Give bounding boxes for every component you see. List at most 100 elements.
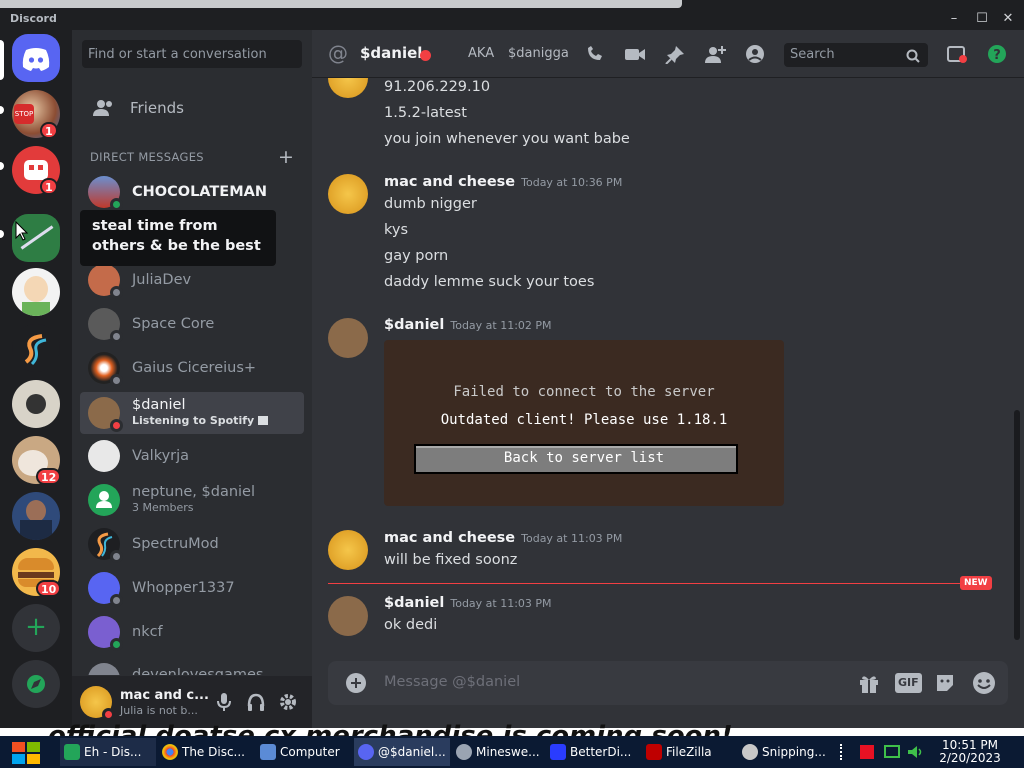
message-text: kys [384, 222, 409, 238]
taskbar-item[interactable]: FileZilla [642, 738, 732, 766]
dm-sidebar: Find or start a conversation Friends DIR… [72, 30, 312, 736]
taskbar-label: Mineswe... [476, 745, 540, 759]
message-author[interactable]: $daniel [384, 595, 444, 611]
mention-badge: 1 [40, 178, 58, 195]
gif-button[interactable]: GIF [895, 673, 922, 693]
new-messages-divider [328, 583, 968, 584]
selected-pill [0, 40, 4, 80]
dm-item[interactable]: CHOCOLATEMAN [80, 171, 304, 213]
top-progress-strip [0, 0, 682, 8]
avatar [328, 78, 368, 98]
server-icon-cat[interactable] [12, 380, 60, 428]
message-timestamp: Today at 10:36 PM [521, 176, 623, 189]
message-timestamp: Today at 11:02 PM [450, 319, 552, 332]
taskbar-clock[interactable]: 10:51 PM 2/20/2023 [930, 739, 1010, 765]
volume-tray-icon[interactable] [906, 744, 924, 760]
image-attachment[interactable]: Failed to connect to the server Outdated… [384, 340, 784, 506]
help-icon[interactable]: ? [986, 44, 1008, 64]
taskbar-item[interactable]: Eh - Dis... [60, 738, 156, 766]
network-tray-icon[interactable] [884, 745, 900, 758]
avatar [88, 440, 120, 472]
avatar [88, 663, 120, 675]
message-text: ok dedi [384, 617, 438, 633]
avatar[interactable] [328, 174, 368, 214]
message-author[interactable]: mac and cheese [384, 530, 515, 546]
dm-item[interactable]: nkcf [80, 611, 304, 653]
friends-nav[interactable]: Friends [80, 86, 304, 130]
taskbar-item-active[interactable]: @$daniel... [354, 738, 450, 766]
dm-item[interactable]: Valkyrja [80, 435, 304, 477]
dm-name: SpectruMod [132, 536, 219, 552]
create-dm-icon[interactable]: + [278, 146, 294, 168]
chat-header: @ $daniel AKA $danigga Search ? [312, 30, 1024, 78]
server-icon-peter[interactable] [12, 268, 60, 316]
maximize-button[interactable]: ☐ [972, 11, 992, 27]
message-list: 91.206.229.10 1.5.2-latest you join when… [312, 78, 1024, 658]
dm-item-selected[interactable]: $daniel Listening to Spotify [80, 392, 304, 434]
dm-search-input[interactable]: Find or start a conversation [82, 40, 302, 68]
at-icon: @ [328, 41, 348, 65]
add-server-icon[interactable]: + [12, 604, 60, 652]
composer-placeholder: Message @$daniel [384, 674, 521, 690]
message-composer[interactable]: Message @$daniel GIF [328, 661, 1008, 705]
add-friends-to-dm-icon[interactable] [704, 44, 726, 64]
avatar [88, 176, 123, 211]
tray-overflow-icon[interactable] [840, 744, 844, 760]
taskbar-item[interactable]: Snipping... [738, 738, 830, 766]
message-author[interactable]: $daniel [384, 317, 444, 333]
home-button[interactable] [12, 34, 60, 82]
dm-item-group[interactable]: neptune, $daniel 3 Members [80, 479, 304, 521]
server-icon-president[interactable] [12, 492, 60, 540]
message-text: 91.206.229.10 [384, 79, 491, 95]
start-button-icon[interactable] [10, 740, 44, 766]
gift-icon[interactable] [858, 672, 880, 694]
unread-pill [0, 162, 4, 170]
discord-logo-icon [22, 48, 50, 71]
dm-activity: Listening to Spotify [132, 414, 255, 427]
taskbar-item[interactable]: Computer [256, 738, 352, 766]
scrollbar[interactable] [1014, 410, 1020, 640]
aka-label: AKA [468, 46, 495, 61]
microphone-icon[interactable] [216, 692, 232, 712]
headphones-icon[interactable] [246, 692, 266, 712]
taskbar-item[interactable]: Mineswe... [452, 738, 542, 766]
inbox-icon[interactable] [946, 44, 968, 64]
explore-servers-icon[interactable] [12, 660, 60, 708]
rich-presence-icon [258, 416, 269, 425]
settings-gear-icon[interactable] [278, 692, 298, 712]
message-author[interactable]: mac and cheese [384, 174, 515, 190]
voice-call-icon[interactable] [584, 44, 606, 64]
dm-item[interactable]: Whopper1337 [80, 567, 304, 609]
minimize-button[interactable]: – [944, 11, 964, 27]
dm-item[interactable]: Space Core [80, 303, 304, 345]
sticker-icon[interactable] [934, 672, 956, 694]
taskbar-label: Eh - Dis... [84, 745, 142, 759]
unread-pill [0, 106, 4, 114]
taskbar-label: Snipping... [762, 745, 826, 759]
dm-item[interactable]: SpectruMod [80, 523, 304, 565]
avatar[interactable] [328, 530, 368, 570]
avatar[interactable] [328, 596, 368, 636]
unread-pill [0, 230, 4, 238]
taskbar-label: Computer [280, 745, 340, 759]
dm-item[interactable]: Gaius Cicereius+ [80, 347, 304, 389]
user-profile-icon[interactable] [744, 44, 766, 64]
search-placeholder: Search [790, 47, 835, 62]
taskbar-label: The Disc... [182, 745, 245, 759]
clock-date: 2/20/2023 [939, 751, 1001, 765]
video-call-icon[interactable] [624, 44, 646, 64]
add-attachment-icon[interactable] [346, 673, 366, 693]
close-button[interactable]: ✕ [998, 11, 1018, 27]
pin-icon[interactable] [664, 44, 686, 64]
dm-name: JuliaDev [132, 272, 192, 288]
flag-tray-icon[interactable] [860, 745, 874, 759]
taskbar-item[interactable]: The Disc... [158, 738, 254, 766]
taskbar-item[interactable]: BetterDi... [546, 738, 636, 766]
avatar [88, 616, 123, 651]
dm-item[interactable]: devenlovesgames [80, 655, 304, 675]
avatar[interactable] [80, 686, 115, 721]
avatar[interactable] [328, 318, 368, 358]
emoji-icon[interactable] [972, 671, 996, 695]
chat-search-input[interactable]: Search [784, 43, 928, 67]
server-icon-spectrum[interactable] [12, 324, 60, 372]
